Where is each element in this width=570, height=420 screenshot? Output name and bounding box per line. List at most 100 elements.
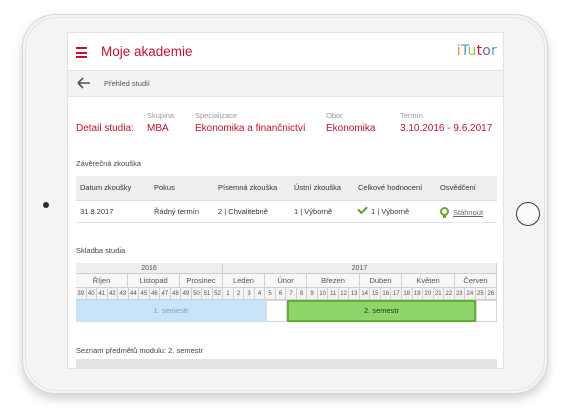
week-cell: 13 bbox=[349, 288, 360, 300]
breadcrumb: Přehled studií bbox=[104, 79, 150, 88]
week-cell: 10 bbox=[317, 288, 329, 300]
app-title: Moje akademie bbox=[101, 44, 193, 59]
month-cell: Leden bbox=[223, 274, 265, 288]
week-cell: 26 bbox=[486, 288, 497, 300]
sub-navigation: Přehled studií bbox=[68, 71, 503, 97]
year-2017: 2017 bbox=[223, 263, 497, 274]
week-cell: 5 bbox=[265, 288, 276, 300]
month-cell: Říjen bbox=[76, 274, 128, 288]
week-cell: 16 bbox=[380, 288, 392, 300]
week-cell: 7 bbox=[286, 288, 297, 300]
check-icon bbox=[357, 203, 368, 214]
field-value-term: 3.10.2016 - 9.6.2017 bbox=[400, 123, 493, 134]
week-cell: 42 bbox=[107, 288, 119, 300]
week-cell: 49 bbox=[181, 288, 192, 300]
week-cell: 51 bbox=[202, 288, 213, 300]
month-cell: Březen bbox=[307, 274, 360, 288]
week-cell: 18 bbox=[401, 288, 413, 300]
week-cell: 9 bbox=[307, 288, 318, 300]
home-button[interactable] bbox=[516, 202, 540, 226]
week-cell: 46 bbox=[149, 288, 161, 300]
exam-total: 1 | Výborně bbox=[354, 200, 436, 223]
screen: Moje akademie iTutor Přehled studií Deta… bbox=[67, 32, 504, 369]
week-cell: 6 bbox=[275, 288, 287, 300]
month-cell: Duben bbox=[360, 274, 402, 288]
exam-section-title: Závěrečná zkouška bbox=[76, 159, 142, 168]
exam-date: 31.8.2017 bbox=[76, 200, 150, 223]
col-header-certificate: Osvědčení bbox=[436, 176, 497, 201]
week-cell: 14 bbox=[359, 288, 371, 300]
week-cell: 23 bbox=[454, 288, 466, 300]
field-value-field: Ekonomika bbox=[326, 123, 376, 134]
field-label-field: Obor bbox=[326, 111, 343, 120]
month-cell: Květen bbox=[402, 274, 455, 288]
field-label-term: Termín bbox=[400, 111, 423, 120]
week-cell: 11 bbox=[328, 288, 339, 300]
camera-icon bbox=[43, 202, 49, 208]
week-cell: 20 bbox=[423, 288, 434, 300]
app-bar: Moje akademie iTutor bbox=[68, 33, 503, 71]
week-cell: 39 bbox=[76, 288, 87, 300]
week-cell: 43 bbox=[118, 288, 129, 300]
field-label-specialization: Specializace bbox=[195, 111, 238, 120]
week-cell: 52 bbox=[212, 288, 224, 300]
modules-section-title: Seznam předmětů modulu: 2. semestr bbox=[76, 346, 204, 355]
semester-2-block[interactable]: 2. semestr bbox=[287, 300, 476, 322]
week-cell: 12 bbox=[338, 288, 350, 300]
week-cell: 50 bbox=[191, 288, 203, 300]
week-cell: 17 bbox=[391, 288, 402, 300]
timeline-semesters: 1. semestr 2. semestr bbox=[76, 300, 497, 324]
award-icon bbox=[440, 206, 449, 218]
field-value-group: MBA bbox=[147, 123, 169, 134]
back-arrow-icon[interactable] bbox=[77, 77, 91, 89]
month-cell: Listopad bbox=[128, 274, 180, 288]
col-header-written: Písemná zkouška bbox=[214, 176, 290, 201]
week-cell: 19 bbox=[412, 288, 424, 300]
year-2016: 2016 bbox=[76, 263, 223, 274]
week-cell: 22 bbox=[444, 288, 455, 300]
week-cell: 15 bbox=[370, 288, 381, 300]
study-timeline: 2016 2017 Říjen Listopad Prosinec Leden … bbox=[76, 263, 497, 324]
week-cell: 2 bbox=[233, 288, 245, 300]
semester-1-block[interactable]: 1. semestr bbox=[76, 300, 266, 322]
exam-table-header: Datum zkoušky Pokus Písemná zkouška Ústn… bbox=[76, 176, 497, 201]
week-cell: 24 bbox=[465, 288, 476, 300]
week-cell: 45 bbox=[139, 288, 150, 300]
col-header-oral: Ústní zkouška bbox=[290, 176, 354, 201]
month-cell: Červen bbox=[455, 274, 497, 288]
modules-table-header bbox=[76, 359, 497, 368]
month-cell: Prosinec bbox=[180, 274, 223, 288]
semester-gap bbox=[476, 300, 497, 322]
week-cell: 40 bbox=[86, 288, 98, 300]
semester-gap bbox=[266, 300, 287, 322]
itutor-logo: iTutor bbox=[456, 43, 497, 59]
week-cell: 41 bbox=[97, 288, 108, 300]
timeline-years: 2016 2017 bbox=[76, 263, 497, 274]
timeline-months: Říjen Listopad Prosinec Leden Únor Březe… bbox=[76, 274, 497, 288]
week-cell: 48 bbox=[170, 288, 182, 300]
col-header-attempt: Pokus bbox=[150, 176, 214, 201]
month-cell: Únor bbox=[265, 274, 307, 288]
week-cell: 47 bbox=[160, 288, 171, 300]
exam-oral: 1 | Výborně bbox=[290, 200, 354, 223]
timeline-weeks: 39 40 41 42 43 44 45 46 47 48 49 50 51 52 1 2 3 4 5 6 7 8 9 10 1… bbox=[76, 288, 497, 300]
week-cell: 21 bbox=[433, 288, 445, 300]
week-cell: 1 bbox=[223, 288, 234, 300]
week-cell: 4 bbox=[254, 288, 266, 300]
col-header-total: Celkové hodnocení bbox=[354, 176, 436, 201]
exam-written: 2 | Chvalitebně bbox=[214, 200, 290, 223]
menu-icon[interactable] bbox=[76, 47, 87, 58]
week-cell: 25 bbox=[475, 288, 487, 300]
exam-certificate: Stáhnout bbox=[436, 200, 497, 223]
col-header-date: Datum zkoušky bbox=[76, 176, 150, 201]
field-label-group: Skupina bbox=[147, 111, 175, 120]
exam-table: Datum zkoušky Pokus Písemná zkouška Ústn… bbox=[76, 176, 497, 223]
exam-attempt: Řádný termín bbox=[150, 200, 214, 223]
week-cell: 44 bbox=[128, 288, 140, 300]
week-cell: 3 bbox=[244, 288, 255, 300]
field-value-specialization: Ekonomika a finančnictví bbox=[195, 123, 306, 134]
timeline-section-title: Skladba studia bbox=[76, 246, 126, 255]
download-link[interactable]: Stáhnout bbox=[453, 208, 483, 217]
week-cell: 8 bbox=[296, 288, 308, 300]
table-row: 31.8.2017 Řádný termín 2 | Chvalitebně 1… bbox=[76, 200, 497, 223]
